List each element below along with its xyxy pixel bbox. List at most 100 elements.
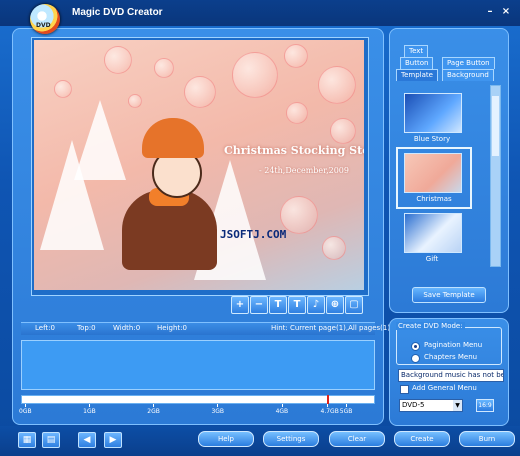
template-thumbnail (404, 153, 462, 193)
bubble-decoration (322, 236, 346, 260)
snow-tree-left-small (74, 100, 126, 180)
scrollbar-thumb[interactable] (492, 96, 499, 156)
tab-text[interactable]: Text (404, 45, 429, 57)
burn-button[interactable]: Burn (459, 431, 515, 447)
template-item[interactable]: Gift (394, 209, 488, 265)
text-icon[interactable]: T (269, 296, 287, 314)
template-panel: Text Button Page Button Template Backgro… (389, 28, 509, 313)
template-item-selected[interactable]: Christmas (396, 147, 472, 209)
frame-icon[interactable]: ▢ (345, 296, 363, 314)
disc-type-value: DVD-5 (402, 401, 425, 409)
tab-page-button[interactable]: Page Button (442, 57, 495, 69)
menu-preview-canvas[interactable]: Christmas Stocking Story - 24th,December… (34, 40, 364, 290)
height-readout: Height:0 (157, 324, 187, 332)
clear-button[interactable]: Clear (329, 431, 385, 447)
bubble-decoration (154, 58, 174, 78)
bubble-decoration (128, 94, 142, 108)
bubble-decoration (286, 102, 308, 124)
bubble-decoration (184, 76, 216, 108)
remove-icon[interactable]: − (250, 296, 268, 314)
capacity-tick-label: 0GB (19, 408, 32, 415)
template-caption: Gift (425, 255, 439, 263)
capacity-tick-label: 4GB (275, 408, 289, 415)
background-music-field[interactable]: Background music has not bee (398, 369, 504, 382)
watermark-text: JSOFTJ.COM (220, 228, 287, 241)
back-arrow-icon[interactable]: ◀ (78, 432, 96, 448)
capacity-tick (89, 404, 91, 407)
pagination-menu-radio[interactable] (411, 342, 420, 351)
capacity-tick (153, 404, 155, 407)
zoom-icon[interactable]: ⊕ (326, 296, 344, 314)
dvd-mode-legend: Create DVD Mode: (396, 322, 465, 330)
page-hint: Hint: Current page(1),All pages(1) (271, 324, 391, 332)
bottom-action-bar: ▦ ▤ ◀ ▶ Help Settings Clear Create Burn (0, 426, 520, 456)
menu-date-text[interactable]: - 24th,December,2009 (259, 166, 349, 175)
top-readout: Top:0 (77, 324, 96, 332)
app-logo-icon (30, 4, 60, 34)
preview-frame: Christmas Stocking Story - 24th,December… (31, 37, 369, 296)
left-readout: Left:0 (35, 324, 55, 332)
editor-panel: Christmas Stocking Story - 24th,December… (12, 28, 390, 425)
capacity-limit-marker (326, 395, 329, 404)
minimize-button[interactable]: – (484, 6, 496, 18)
app-logo-text: DVD (36, 22, 51, 29)
settings-button[interactable]: Settings (263, 431, 319, 447)
chapters-menu-radio[interactable] (411, 354, 420, 363)
aspect-ratio-button[interactable]: 16:9 (476, 399, 494, 412)
capacity-tick-label: 2GB (147, 408, 160, 415)
bubble-decoration (104, 46, 132, 74)
app-title: Magic DVD Creator (72, 7, 163, 18)
menu-title-text[interactable]: Christmas Stocking Story (224, 144, 364, 157)
add-video-icon[interactable]: ▦ (18, 432, 36, 448)
forward-arrow-icon[interactable]: ▶ (104, 432, 122, 448)
chapters-menu-label: Chapters Menu (424, 353, 478, 361)
capacity-tick (326, 404, 328, 407)
capacity-tick-label: 4.7GB (320, 408, 339, 415)
bubble-decoration (330, 118, 356, 144)
dvd-mode-group: Pagination Menu Chapters Menu (396, 327, 502, 365)
position-info-bar: Left:0 Top:0 Width:0 Height:0 Hint: Curr… (21, 322, 390, 335)
music-icon[interactable]: ♪ (307, 296, 325, 314)
add-general-menu-label: Add General Menu (412, 384, 477, 392)
template-item[interactable]: Blue Story (394, 89, 488, 151)
add-general-menu-checkbox[interactable] (400, 385, 409, 394)
app-window: Magic DVD Creator – × DVD Christmas Stoc… (0, 0, 520, 456)
tab-button[interactable]: Button (400, 57, 434, 69)
save-template-button[interactable]: Save Template (412, 287, 486, 303)
help-button[interactable]: Help (198, 431, 254, 447)
template-thumbnail (404, 93, 462, 133)
capacity-tick (281, 404, 283, 407)
capacity-tick-label: 1GB (83, 408, 96, 415)
disc-capacity-bar: 0GB 1GB 2GB 3GB 4GB 4.7GB 5GB (19, 395, 375, 415)
preview-toolbar: + − T T ♪ ⊕ ▢ (231, 296, 371, 314)
girl-hat (142, 118, 204, 158)
text-style-icon[interactable]: T (288, 296, 306, 314)
template-list: Blue Story Christmas Gift (394, 85, 490, 265)
close-button[interactable]: × (500, 6, 512, 18)
create-button[interactable]: Create (394, 431, 450, 447)
capacity-tick-label: 5GB (339, 408, 353, 415)
add-icon[interactable]: + (231, 296, 249, 314)
bubble-decoration (284, 44, 308, 68)
template-scrollbar[interactable] (490, 85, 501, 267)
capacity-tick-label: 3GB (211, 408, 225, 415)
chevron-down-icon[interactable]: ▼ (453, 400, 462, 411)
remove-video-icon[interactable]: ▤ (42, 432, 60, 448)
dvd-mode-panel: Pagination Menu Chapters Menu Create DVD… (389, 318, 509, 426)
disc-type-select[interactable]: DVD-5 ▼ (399, 399, 463, 412)
title-bar: Magic DVD Creator – × (0, 0, 520, 26)
tab-background[interactable]: Background (442, 69, 494, 81)
pagination-menu-label: Pagination Menu (424, 341, 483, 349)
bubble-decoration (318, 66, 356, 104)
tab-template[interactable]: Template (396, 69, 438, 81)
chapter-list-area[interactable] (21, 340, 375, 390)
capacity-tick (345, 404, 347, 407)
capacity-tick (217, 404, 219, 407)
bubble-decoration (232, 52, 278, 98)
template-caption: Christmas (416, 195, 452, 203)
capacity-tick (25, 404, 26, 407)
template-thumbnail (404, 213, 462, 253)
template-caption: Blue Story (413, 135, 451, 143)
capacity-track (21, 395, 375, 404)
bubble-decoration (54, 80, 72, 98)
